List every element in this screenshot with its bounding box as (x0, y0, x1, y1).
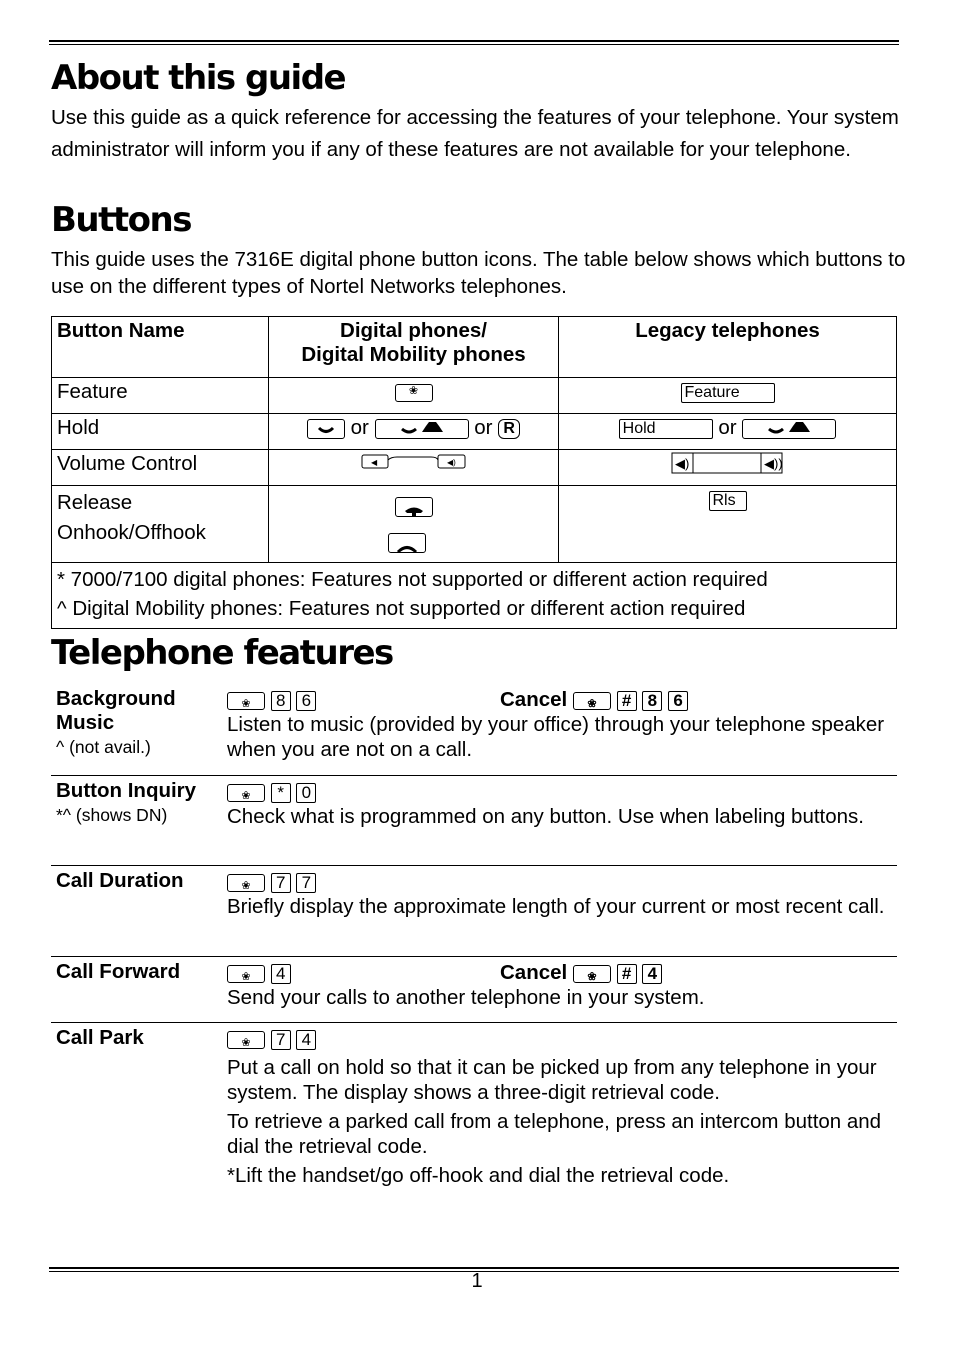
feature-key-icon (227, 873, 265, 899)
svg-text:◀): ◀) (447, 458, 456, 467)
row-name: Feature (51, 377, 269, 414)
volume-bar-icon: ◀ ◀) (361, 454, 465, 469)
legacy-rls-key: Rls (708, 490, 747, 511)
page-number: 1 (471, 1270, 483, 1292)
note-asterisk: * 7000/7100 digital phones: Features not… (57, 568, 768, 591)
feature-key-icon (227, 964, 265, 990)
feature-key-icon (394, 383, 433, 402)
header-legacy: Legacy telephones (558, 316, 897, 378)
legacy-hold-key: Hold (618, 418, 713, 439)
row-name: Hold (51, 413, 269, 450)
feature-key-icon (227, 783, 265, 809)
top-rule (49, 40, 899, 45)
row-name-2: Onhook/Offhook (57, 521, 206, 544)
feature-key-icon (572, 964, 611, 990)
row-name: Release (57, 491, 133, 514)
buttons-title: Buttons (51, 200, 192, 240)
onhook-offhook-key-icon (387, 532, 426, 553)
feature-key-icon (227, 1030, 265, 1056)
svg-text:◀: ◀ (371, 458, 378, 467)
header-button-name: Button Name (51, 316, 269, 378)
row-name: Volume Control (51, 449, 269, 486)
feature-key-icon (227, 691, 265, 717)
feature-call-duration: Call Duration 7 7 Briefly display the ap… (51, 865, 897, 957)
feature-call-forward: Call Forward 4 Cancel # 4 Send your call… (51, 956, 897, 1023)
features-title: Telephone features (51, 633, 394, 673)
feature-background-music: Background Music^ (not avail.) 8 6 Cance… (51, 683, 897, 776)
header-digital: Digital phones/Digital Mobility phones (268, 316, 559, 378)
svg-text:◀)): ◀)) (764, 456, 783, 471)
feature-button-inquiry: Button Inquiry*^ (shows DN) * 0 Check wh… (51, 775, 897, 866)
handset-hold-key-icon (374, 418, 469, 439)
about-body: Use this guide as a quick reference for … (51, 106, 899, 161)
legacy-volume-icon: ◀) ◀)) (671, 452, 783, 474)
release-key-icon (394, 496, 433, 517)
feature-call-park: Call Park 7 4 Put a call on hold so that… (51, 1022, 897, 1202)
legacy-feature-key: Feature (680, 382, 775, 403)
buttons-body: This guide uses the 7316E digital phone … (51, 248, 906, 298)
about-title: About this guide (51, 58, 347, 98)
r-key-icon: R (498, 418, 521, 439)
hold-key-icon (306, 418, 345, 439)
feature-key-icon (572, 691, 611, 717)
buttons-table: Button Name Digital phones/Digital Mobil… (51, 316, 897, 629)
handset-hold-key-icon (742, 418, 837, 439)
svg-text:◀): ◀) (675, 456, 689, 471)
note-caret: ^ Digital Mobility phones: Features not … (57, 597, 746, 620)
